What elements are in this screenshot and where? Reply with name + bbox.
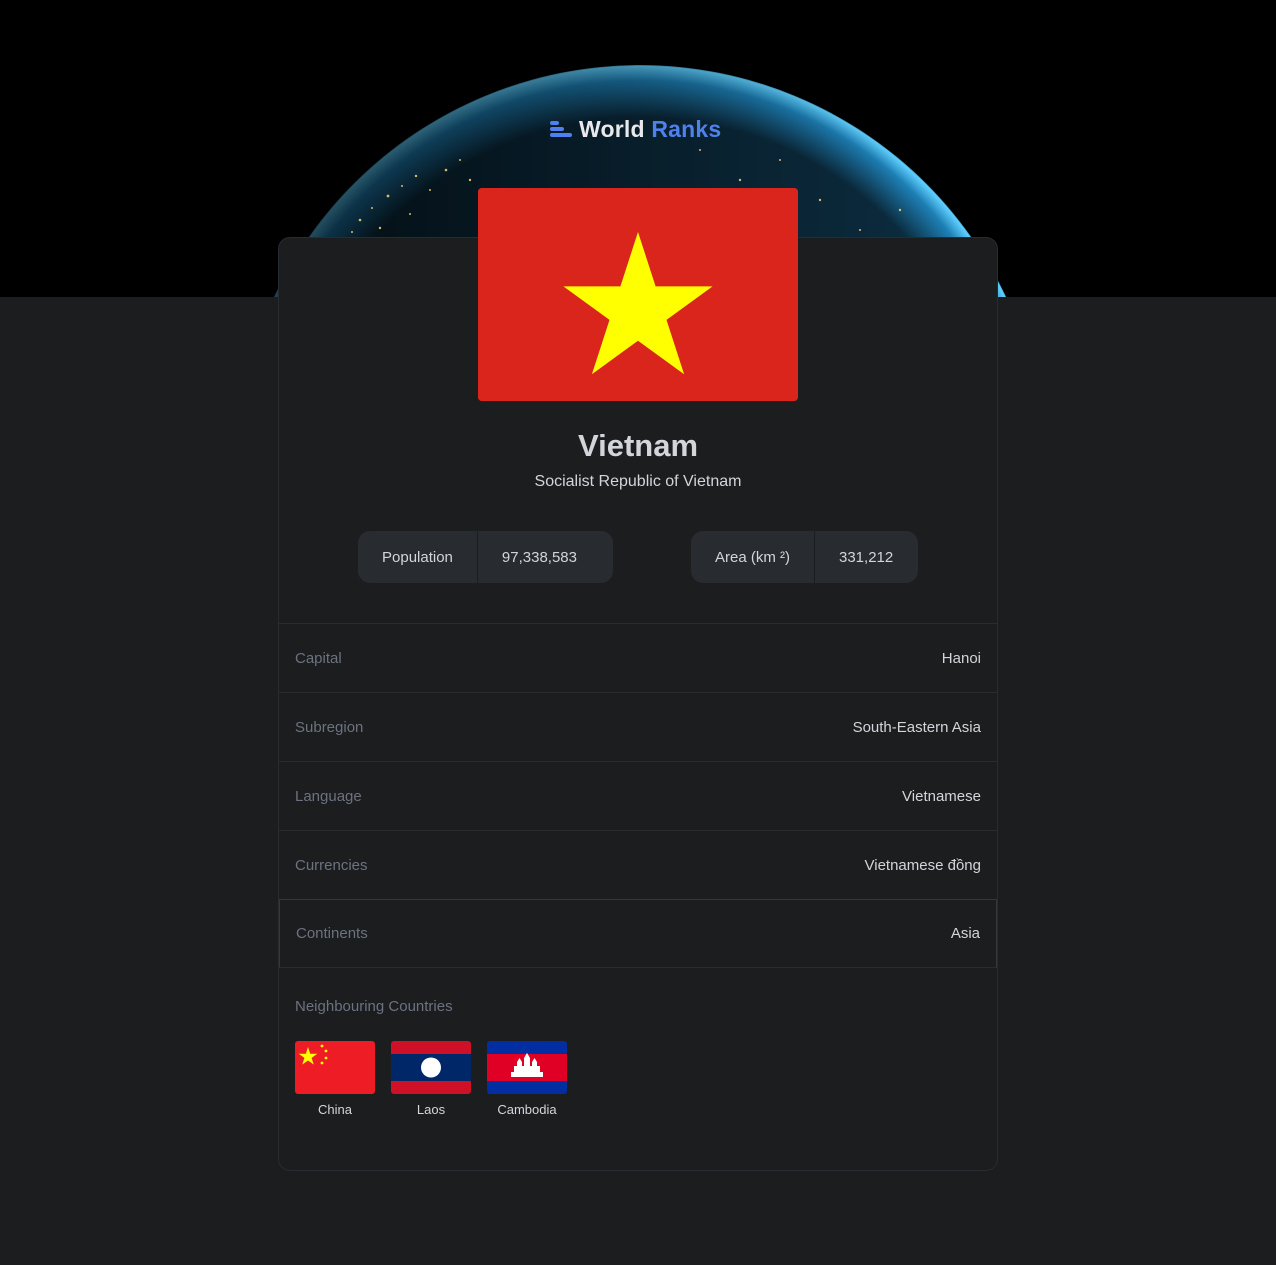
detail-label: Subregion (295, 718, 364, 736)
population-value: 97,338,583 (501, 548, 577, 566)
neighbours-list: China Laos Cambodia (295, 1041, 567, 1117)
population-stat: Population 97,338,583 (358, 531, 613, 583)
neighbour-name[interactable]: China (295, 1102, 375, 1117)
detail-row-subregion: Subregion South-Eastern Asia (279, 692, 997, 761)
country-name: Vietnam (577, 428, 699, 463)
detail-label: Capital (295, 649, 342, 667)
logo-word-world: World (579, 115, 645, 142)
area-stat: Area (km ²) 331,212 (691, 531, 918, 583)
neighbour-laos[interactable]: Laos (391, 1041, 471, 1117)
detail-value: Hanoi (941, 649, 981, 667)
laos-flag-icon[interactable] (391, 1041, 471, 1094)
bar-ranking-icon (550, 119, 572, 139)
detail-label: Currencies (295, 856, 368, 874)
detail-label: Continents (296, 925, 368, 942)
logo-word-ranks: Ranks (651, 115, 722, 142)
neighbour-name[interactable]: Laos (391, 1102, 471, 1117)
detail-row-currencies: Currencies Vietnamese đồng (279, 830, 997, 899)
app-title: World Ranks (579, 116, 721, 143)
cambodia-flag-icon[interactable] (487, 1041, 567, 1094)
china-flag-icon[interactable] (295, 1041, 375, 1094)
area-value: 331,212 (839, 548, 894, 566)
detail-value: Asia (950, 925, 980, 942)
detail-value: South-Eastern Asia (852, 718, 981, 736)
detail-row-continents: Continents Asia (279, 899, 997, 968)
detail-value: Vietnamese đồng (864, 856, 981, 874)
country-details: Capital Hanoi Subregion South-Eastern As… (279, 623, 997, 968)
app-logo[interactable]: World Ranks (550, 114, 721, 144)
detail-row-capital: Capital Hanoi (279, 623, 997, 692)
population-label: Population (358, 531, 478, 583)
neighbour-name[interactable]: Cambodia (487, 1102, 567, 1117)
neighbour-cambodia[interactable]: Cambodia (487, 1041, 567, 1117)
vietnam-flag-icon (478, 188, 798, 401)
detail-value: Vietnamese (902, 787, 981, 805)
detail-row-language: Language Vietnamese (279, 761, 997, 830)
neighbour-china[interactable]: China (295, 1041, 375, 1117)
country-official-name: Socialist Republic of Vietnam (534, 473, 742, 490)
neighbours-title: Neighbouring Countries (295, 998, 453, 1015)
area-label: Area (km ²) (691, 531, 815, 583)
detail-label: Language (295, 787, 362, 805)
